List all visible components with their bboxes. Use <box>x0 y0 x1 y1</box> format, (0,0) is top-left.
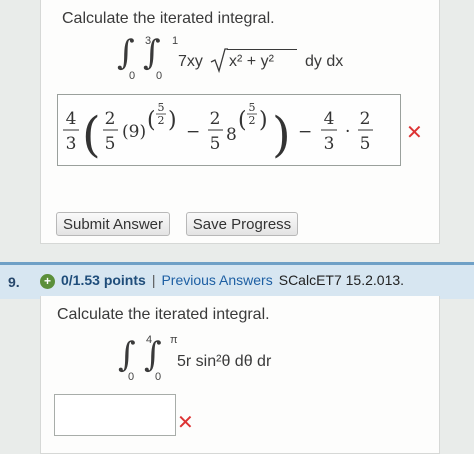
frac3-denominator: 5 <box>360 134 371 154</box>
sqrt-icon <box>210 48 228 73</box>
q8-answer-expression: 4 3 ( 2 5 (9) ( 5 2 ) − 2 5 8 (5 2)) … <box>63 101 373 163</box>
exp1-numerator: 5 <box>158 101 165 114</box>
coef2-denominator: 3 <box>324 134 335 154</box>
meta-separator: | <box>151 272 156 288</box>
q9-prompt: Calculate the iterated integral. <box>57 306 270 323</box>
save-progress-button[interactable]: Save Progress <box>186 212 298 236</box>
inner-upper-limit: 1 <box>172 35 179 47</box>
points-score: 0/1.53 points <box>61 272 146 288</box>
q8-integrand-coef: 7xy <box>178 53 203 70</box>
question-meta: +0/1.53 points | Previous Answers SCalcET7 … <box>40 272 404 289</box>
outer-lower-limit: 0 <box>129 70 136 82</box>
coef1-denominator: 3 <box>66 134 77 154</box>
base-eight: 8 <box>226 125 237 145</box>
frac1-denominator: 5 <box>105 134 116 154</box>
big-left-paren: ( <box>82 107 101 163</box>
q8-answer-box: 4 3 ( 2 5 (9) ( 5 2 ) − 2 5 8 (5 2)) … <box>57 94 401 166</box>
exp2-numerator: 5 <box>249 101 256 114</box>
coef2-numerator: 4 <box>324 109 335 129</box>
exp2-left-paren: ( <box>238 108 247 133</box>
q8-radicand: x² + y² <box>229 53 274 70</box>
inner-upper-limit: π <box>170 334 178 346</box>
frac1-numerator: 2 <box>105 109 116 129</box>
base-nine: (9) <box>122 122 146 142</box>
q9-incorrect-x-icon: ✕ <box>177 410 194 434</box>
exp1-denominator: 2 <box>158 114 165 127</box>
q8-incorrect-x-icon: ✕ <box>406 120 423 144</box>
previous-answers-link[interactable]: Previous Answers <box>161 272 272 288</box>
inner-lower-limit: 0 <box>155 371 162 383</box>
times-dot: · <box>345 122 350 142</box>
outer-integral-sign: ∫ <box>118 335 136 375</box>
q8-prompt: Calculate the iterated integral. <box>62 10 275 27</box>
coef1-numerator: 4 <box>66 109 77 129</box>
frac2-denominator: 5 <box>210 134 221 154</box>
question-9-header: 9. +0/1.53 points | Previous Answers SCalcE… <box>0 262 474 299</box>
frac2-numerator: 2 <box>210 109 221 129</box>
plus-circle-icon[interactable]: + <box>40 273 55 289</box>
outer-integral-sign: ∫ <box>117 33 135 73</box>
submit-answer-button[interactable]: Submit Answer <box>56 212 170 236</box>
q9-integrand: 5r sin²θ dθ dr <box>177 353 272 370</box>
question-number: 9. <box>8 274 20 290</box>
big-right-paren: ) <box>272 107 291 163</box>
frac3-numerator: 2 <box>360 109 371 129</box>
minus-2: − <box>298 122 312 142</box>
exp1-left-paren: ( <box>147 108 156 133</box>
inner-integral-sign: ∫ <box>144 335 162 375</box>
q8-differentials: dy dx <box>305 53 344 70</box>
outer-lower-limit: 0 <box>128 371 135 383</box>
inner-integral-sign: ∫ <box>143 33 161 73</box>
exp2-right-paren: ) <box>259 108 268 133</box>
question-source: SCalcET7 15.2.013. <box>278 272 405 288</box>
sqrt-vinculum <box>227 49 297 50</box>
exp2-denominator: 2 <box>249 114 256 127</box>
exp1-right-paren: ) <box>168 108 177 133</box>
minus-1: − <box>186 122 200 142</box>
inner-lower-limit: 0 <box>156 70 163 82</box>
q9-answer-input[interactable] <box>54 394 176 436</box>
